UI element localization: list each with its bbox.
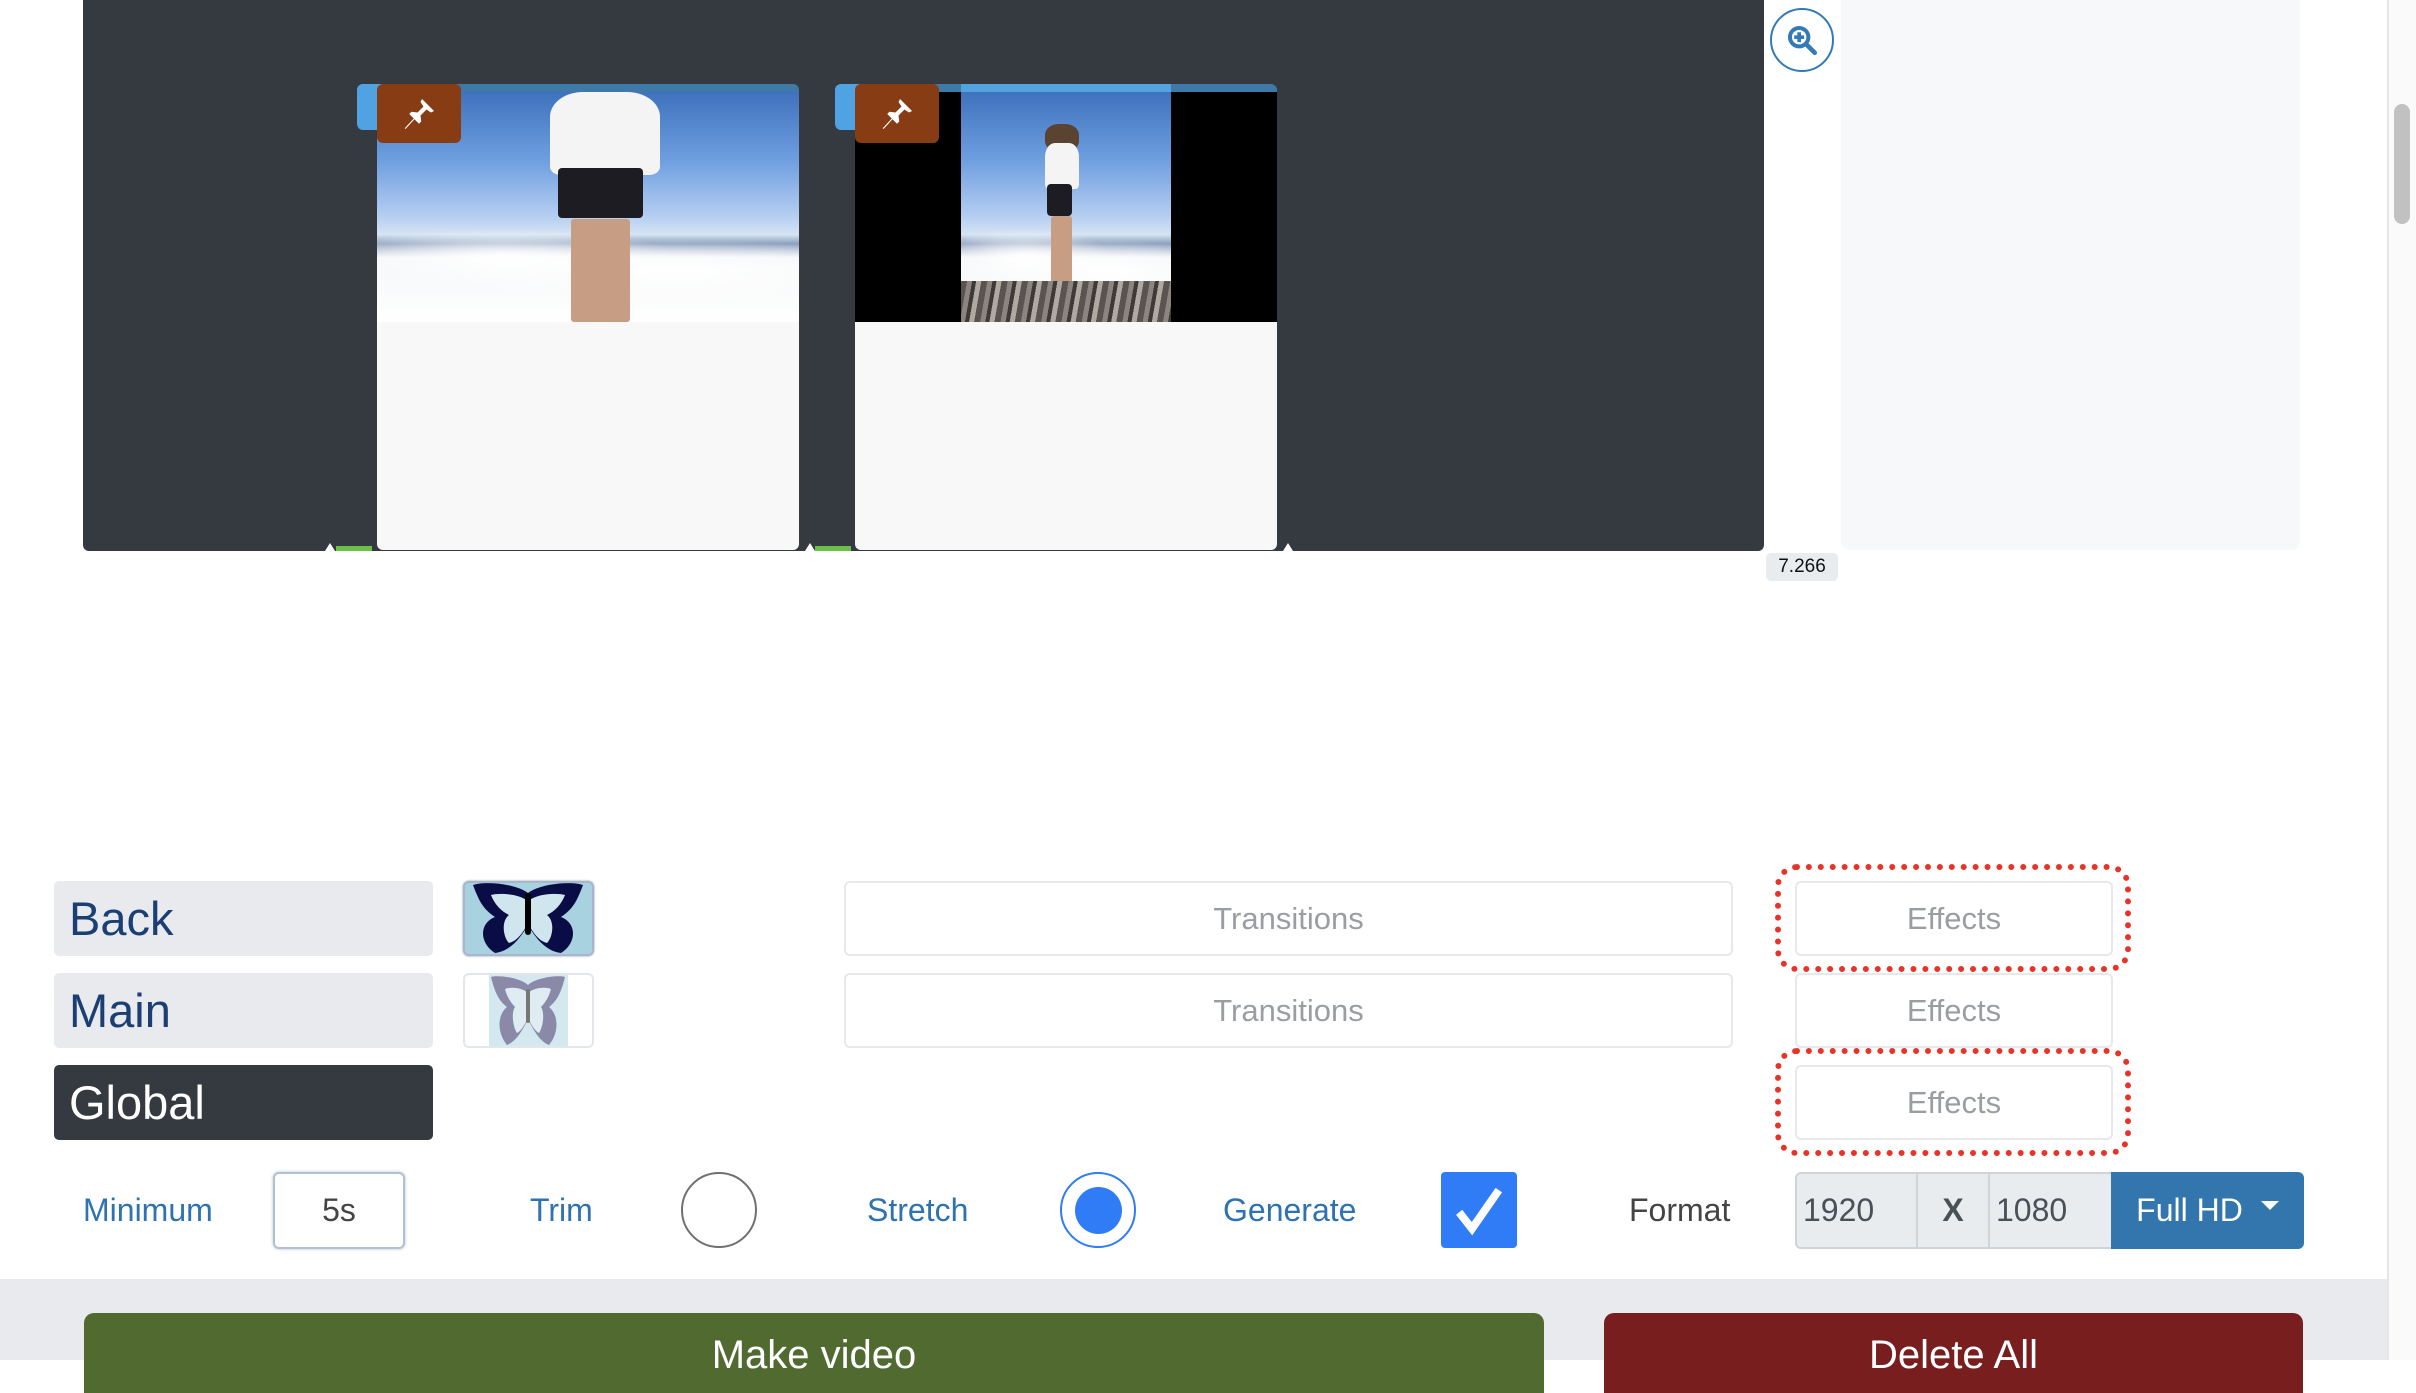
- generate-checkbox[interactable]: [1441, 1172, 1517, 1248]
- layer-thumbnail-back[interactable]: [463, 881, 594, 956]
- timeline-zoom-button[interactable]: [1770, 8, 1834, 72]
- minimum-label: Minimum: [83, 1192, 213, 1228]
- format-width-input[interactable]: 1920: [1795, 1172, 1917, 1249]
- timeline-track[interactable]: [83, 0, 1764, 551]
- zoom-in-icon: [1787, 25, 1818, 56]
- clip-body[interactable]: [855, 92, 1277, 550]
- generate-label: Generate: [1223, 1192, 1357, 1228]
- layer-button-main[interactable]: Main: [54, 973, 433, 1048]
- clip-boundary-marker: [805, 543, 815, 551]
- format-height-input[interactable]: 1080: [1989, 1172, 2111, 1249]
- clip-boundary-marker: [325, 543, 335, 551]
- transitions-button-back[interactable]: Transitions: [844, 881, 1733, 956]
- timeline-duration-label: 7.266: [1766, 553, 1838, 581]
- effects-button-back[interactable]: Effects: [1795, 881, 2113, 956]
- clip-visible-range: [961, 84, 1171, 92]
- trim-label: Trim: [530, 1192, 593, 1228]
- butterfly-icon: [489, 975, 568, 1046]
- butterfly-icon: [465, 883, 592, 954]
- transitions-button-main[interactable]: Transitions: [844, 973, 1733, 1048]
- layer-button-back[interactable]: Back: [54, 881, 433, 956]
- radio-selected-dot: [1074, 1186, 1122, 1234]
- clip-boundary-marker: [1283, 543, 1293, 551]
- format-preset-dropdown[interactable]: Full HD: [2111, 1172, 2304, 1249]
- pushpin-icon: [882, 98, 912, 129]
- make-video-button[interactable]: Make video: [84, 1313, 1544, 1393]
- minimum-duration-input[interactable]: 5s: [273, 1172, 405, 1249]
- clip-body[interactable]: [377, 92, 799, 550]
- trim-radio[interactable]: [681, 1172, 757, 1248]
- format-preset-label: Full HD: [2136, 1192, 2243, 1228]
- checkmark-icon: [1456, 1187, 1503, 1236]
- stretch-label: Stretch: [867, 1192, 969, 1228]
- format-label: Format: [1629, 1192, 1731, 1228]
- scrollbar-thumb[interactable]: [2394, 104, 2410, 224]
- pin-button[interactable]: [377, 84, 461, 143]
- format-separator: X: [1917, 1172, 1989, 1249]
- delete-all-button[interactable]: Delete All: [1604, 1313, 2303, 1393]
- photo-woman-mountain: [961, 92, 1171, 322]
- pin-button[interactable]: [855, 84, 939, 143]
- timeline-clip[interactable]: [357, 84, 799, 550]
- pushpin-icon: [404, 98, 434, 129]
- layer-button-global[interactable]: Global: [54, 1065, 433, 1140]
- preview-panel: [1841, 0, 2300, 550]
- format-input-group: 1920 X 1080 Full HD: [1795, 1172, 2304, 1249]
- effects-button-global[interactable]: Effects: [1795, 1065, 2113, 1140]
- stretch-radio[interactable]: [1060, 1172, 1136, 1248]
- caret-down-icon: [2260, 1201, 2279, 1210]
- layer-thumbnail-main[interactable]: [463, 973, 594, 1048]
- timeline-clip[interactable]: [835, 84, 1277, 550]
- effects-button-main[interactable]: Effects: [1795, 973, 2113, 1048]
